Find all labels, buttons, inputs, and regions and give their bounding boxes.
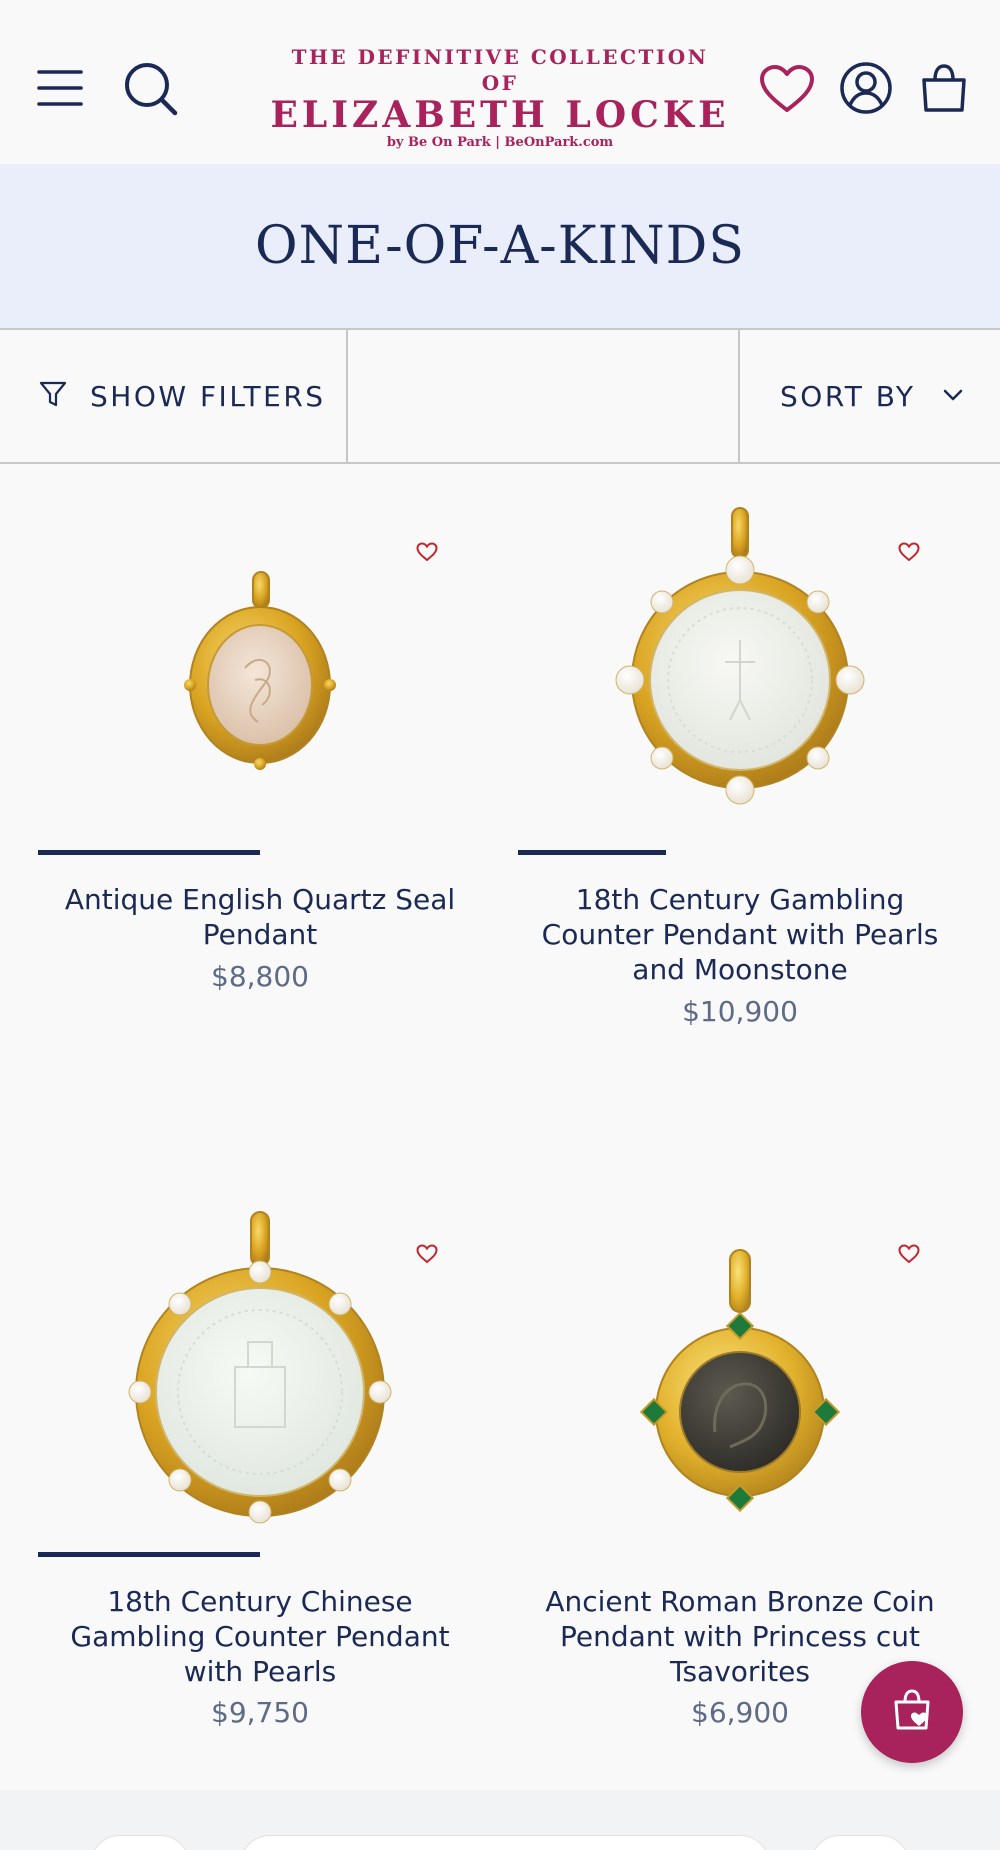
wishlist-heart-icon[interactable] <box>898 542 920 566</box>
brand-logo[interactable]: THE DEFINITIVE COLLECTION OF ELIZABETH L… <box>270 44 730 152</box>
partial-element <box>240 1835 770 1850</box>
collection-toolbar: SHOW FILTERS SORT BY <box>0 330 1000 464</box>
logo-tagline: THE DEFINITIVE COLLECTION OF <box>291 45 709 95</box>
product-price: $8,800 <box>211 960 309 993</box>
product-name[interactable]: 18th Century Chinese Gambling Counter Pe… <box>40 1584 480 1689</box>
account-icon[interactable] <box>838 60 894 116</box>
product-name[interactable]: 18th Century Gambling Counter Pendant wi… <box>520 882 960 987</box>
logo-wordmark: ELIZABETH LOCKE <box>270 94 730 136</box>
bag-icon[interactable] <box>918 60 970 116</box>
page-title: ONE-OF-A-KINDS <box>255 216 745 276</box>
menu-icon[interactable] <box>34 62 86 114</box>
image-scroll-indicator <box>38 1552 260 1557</box>
site-header: THE DEFINITIVE COLLECTION OF ELIZABETH L… <box>0 0 1000 164</box>
product-name[interactable]: Antique English Quartz Seal Pendant <box>40 882 480 952</box>
product-card[interactable]: 18th Century Gambling Counter Pendant wi… <box>500 490 980 1050</box>
sort-by-label: SORT BY <box>780 379 916 413</box>
image-scroll-indicator <box>518 850 666 855</box>
wishlist-heart-icon[interactable] <box>898 1244 920 1268</box>
logo-subline: by Be On Park | BeOnPark.com <box>386 135 614 150</box>
sort-by-dropdown[interactable]: SORT BY <box>740 330 1000 462</box>
bag-heart-icon <box>888 1686 936 1738</box>
product-price: $9,750 <box>211 1696 309 1729</box>
collection-header: ONE-OF-A-KINDS <box>0 164 1000 330</box>
wishlist-heart-icon[interactable] <box>416 542 438 566</box>
search-icon[interactable] <box>122 60 180 118</box>
toolbar-spacer <box>348 330 740 462</box>
show-filters-button[interactable]: SHOW FILTERS <box>0 330 348 462</box>
product-card[interactable]: Antique English Quartz Seal Pendant $8,8… <box>20 490 500 1050</box>
image-scroll-indicator <box>38 850 260 855</box>
product-price: $10,900 <box>682 995 798 1028</box>
show-filters-label: SHOW FILTERS <box>90 379 326 413</box>
chevron-down-icon <box>942 387 964 406</box>
filter-icon <box>38 379 68 413</box>
wishlist-heart-icon[interactable] <box>416 1244 438 1268</box>
product-card[interactable]: 18th Century Chinese Gambling Counter Pe… <box>20 1192 500 1752</box>
floating-bag-button[interactable] <box>861 1661 963 1763</box>
heart-icon[interactable] <box>758 62 816 116</box>
